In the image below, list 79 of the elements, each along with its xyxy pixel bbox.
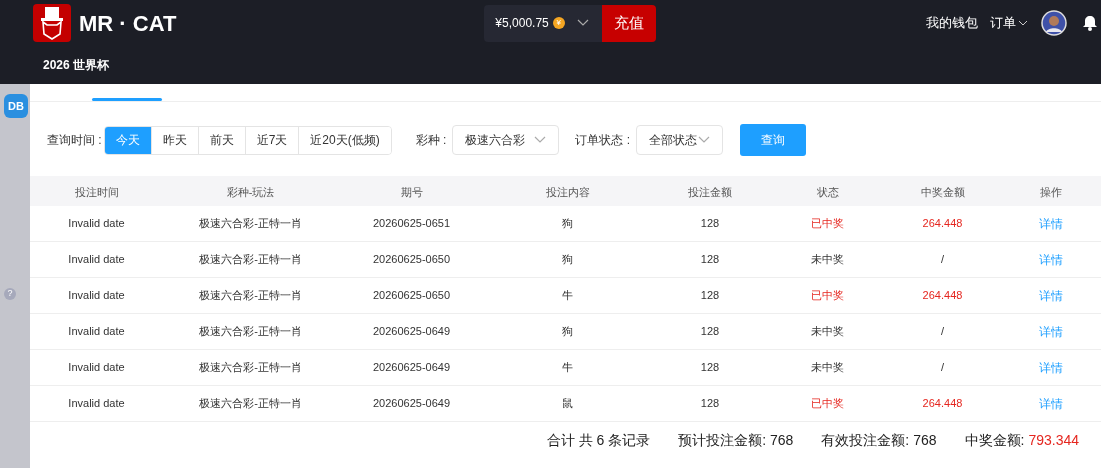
table-cell: 极速六合彩-正特一肖 [199, 325, 302, 338]
column-header: 投注金额 [688, 186, 732, 198]
currency-badge: ¥ [552, 17, 565, 29]
lottery-select[interactable]: 极速六合彩 [452, 125, 560, 155]
wallet-link[interactable]: 我的钱包 [926, 13, 978, 33]
cat-logo-icon[interactable] [33, 4, 71, 42]
chevron-down-icon [534, 136, 547, 144]
status-cell: 未中奖 [811, 253, 844, 266]
column-header: 操作 [1039, 186, 1062, 198]
table-cell: Invalid date [68, 289, 125, 302]
status-cell: 未中奖 [811, 361, 844, 374]
column-header: 中奖金额 [920, 186, 965, 198]
table-cell: 20260625-0649 [372, 325, 451, 338]
chevron-down-icon [1018, 20, 1028, 26]
status-cell: 已中奖 [811, 289, 844, 302]
prize-total-label: 中奖金额: [964, 430, 1025, 450]
table-cell: 20260625-0650 [372, 289, 451, 302]
help-badge: ? [4, 288, 16, 300]
subnav-item[interactable]: 2026 世界杯 [43, 56, 110, 74]
status-cell: 未中奖 [811, 325, 844, 338]
avatar-icon[interactable] [1041, 10, 1067, 36]
table-cell: 128 [700, 217, 720, 230]
table-cell: 极速六合彩-正特一肖 [199, 361, 302, 374]
prize-cell: 264.448 [922, 397, 963, 410]
table-cell: 鼠 [562, 397, 573, 410]
table-cell: 128 [700, 289, 720, 302]
table-cell: 20260625-0649 [372, 397, 451, 410]
table-cell: 极速六合彩-正特一肖 [199, 217, 302, 230]
record-count: 合计 共 6 条记录 [546, 430, 651, 450]
table-cell: 128 [700, 253, 720, 266]
table-cell: 128 [700, 397, 720, 410]
table-cell: 20260625-0651 [372, 217, 451, 230]
chevron-down-icon [576, 19, 589, 27]
prize-cell: / [940, 253, 945, 266]
table-cell: Invalid date [68, 253, 125, 266]
brand-name: MR · CAT [79, 9, 177, 38]
balance-amount: ¥5,000.75 [495, 15, 549, 32]
orders-menu[interactable]: 订单 [990, 13, 1028, 33]
expected-amount: 预计投注金额: 768 [678, 430, 794, 450]
table-cell: 牛 [562, 361, 573, 374]
column-header: 状态 [816, 186, 839, 198]
status-label: 订单状态 : [575, 132, 631, 149]
table-cell: Invalid date [68, 325, 125, 338]
active-tab-indicator [92, 98, 162, 101]
column-header: 投注内容 [545, 186, 590, 198]
prize-total: 793.344 [1028, 430, 1079, 450]
lottery-label: 彩种 : [415, 132, 447, 149]
status-cell: 已中奖 [811, 217, 844, 230]
valid-amount: 有效投注金额: 768 [821, 430, 937, 450]
column-header: 投注时间 [74, 186, 119, 198]
chevron-down-icon [698, 136, 711, 144]
time-label: 查询时间 : [47, 132, 102, 149]
table-cell: 极速六合彩-正特一肖 [199, 253, 302, 266]
column-header: 期号 [400, 186, 423, 198]
prize-cell: / [940, 361, 945, 374]
prize-cell: 264.448 [922, 289, 963, 302]
table-cell: 128 [700, 325, 720, 338]
column-header: 彩种-玩法 [226, 186, 275, 198]
table-cell: Invalid date [68, 217, 125, 230]
prize-cell: / [940, 325, 945, 338]
table-cell: 狗 [562, 325, 573, 338]
table-cell: 极速六合彩-正特一肖 [199, 397, 302, 410]
table-cell: 20260625-0650 [372, 253, 451, 266]
recharge-button[interactable]: 充值 [602, 4, 657, 42]
table-cell: 牛 [562, 289, 573, 302]
table-cell: Invalid date [68, 361, 125, 374]
table-cell: Invalid date [68, 397, 125, 410]
bell-icon[interactable] [1083, 15, 1097, 31]
prize-cell: 264.448 [922, 217, 963, 230]
time-option[interactable]: 近20天(低频) [298, 126, 391, 154]
balance-dropdown[interactable]: ¥5,000.75 ¥ [484, 4, 603, 42]
status-select[interactable]: 全部状态 [636, 125, 724, 155]
table-cell: 128 [700, 361, 720, 374]
table-cell: 狗 [562, 253, 573, 266]
status-cell: 已中奖 [811, 397, 844, 410]
table-cell: 极速六合彩-正特一肖 [199, 289, 302, 302]
db-logo: DB [4, 94, 28, 118]
table-cell: 狗 [562, 217, 573, 230]
table-cell: 20260625-0649 [372, 361, 451, 374]
